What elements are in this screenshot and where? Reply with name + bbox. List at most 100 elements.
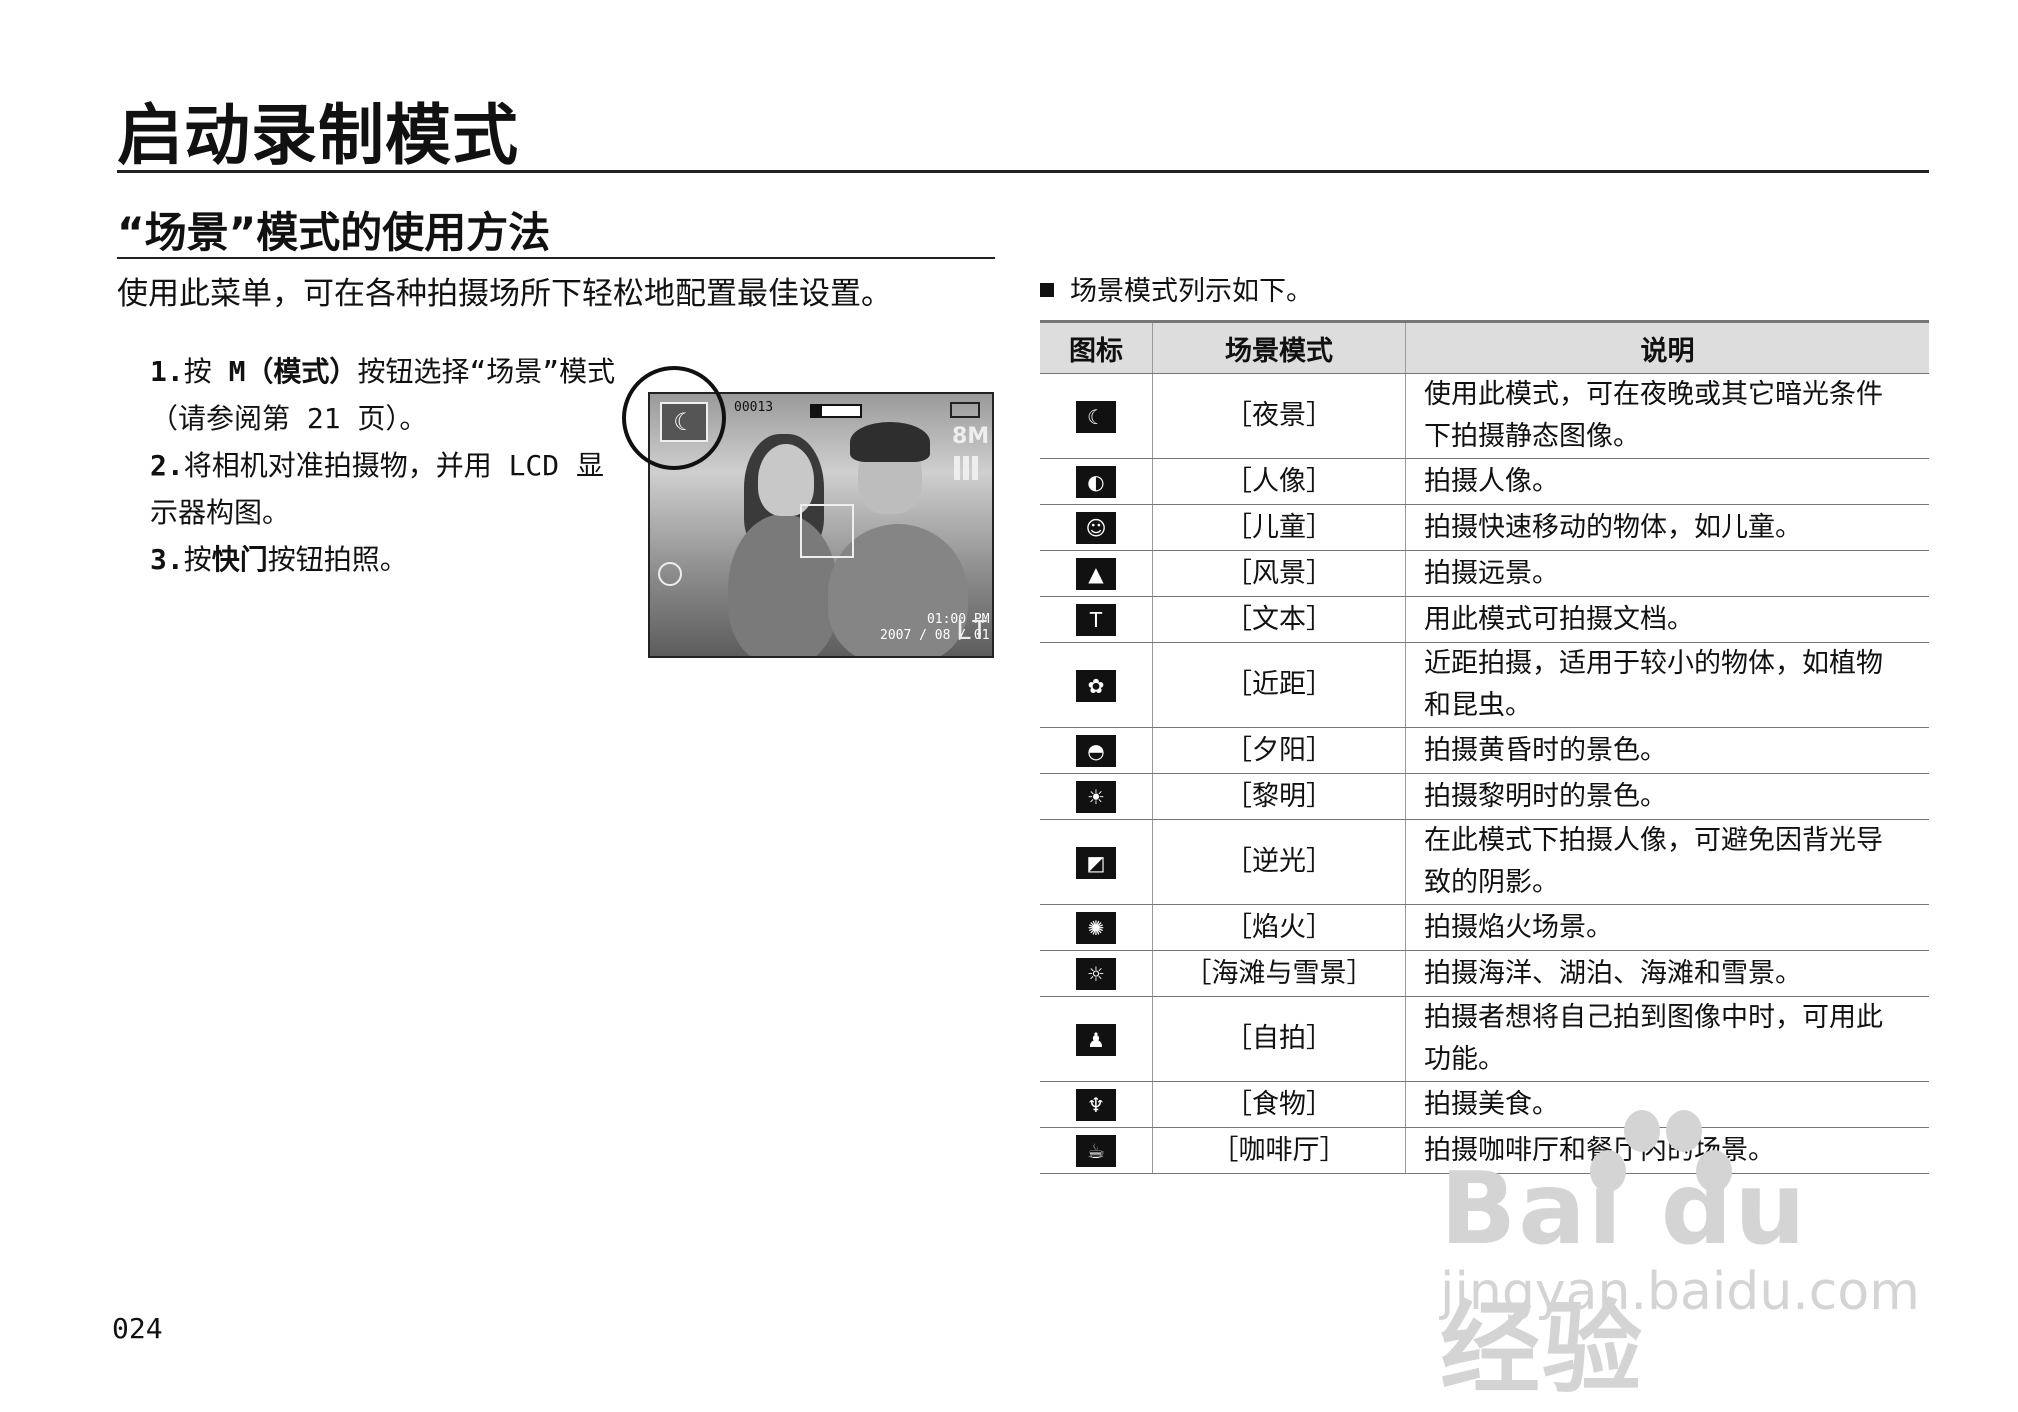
desc-cell: 用此模式可拍摄文档。	[1405, 596, 1929, 643]
table-header-row: 图标 场景模式 说明	[1040, 320, 1929, 374]
photo-subject-man-hair	[850, 422, 930, 462]
desc-cell: 在此模式下拍摄人像，可避免因背光导致的阴影。	[1405, 819, 1929, 905]
section-heading: “场景”模式的使用方法	[117, 208, 551, 257]
mode-cell: ［自拍］	[1152, 996, 1406, 1082]
quality-indicator: LT	[956, 616, 988, 646]
table-row: ◓ ［夕阳］ 拍摄黄昏时的景色。	[1040, 727, 1929, 774]
table-row: ◩ ［逆光］ 在此模式下拍摄人像，可避免因背光导致的阴影。	[1040, 819, 1929, 905]
table-row: T ［文本］ 用此模式可拍摄文档。	[1040, 596, 1929, 643]
night-icon: ☾	[1076, 400, 1116, 433]
table-row: ☺ ［儿童］ 拍摄快速移动的物体，如儿童。	[1040, 504, 1929, 551]
children-icon: ☺	[1076, 512, 1116, 544]
step-text: 按	[183, 543, 212, 576]
col-header-icon: 图标	[1040, 320, 1153, 374]
food-icon: ♆	[1076, 1089, 1116, 1121]
icon-cell: ◓	[1040, 727, 1153, 774]
mode-cell: ［风景］	[1152, 550, 1406, 597]
scene-mode-table: 图标 场景模式 说明 ☾ ［夜景］ 使用此模式，可在夜晚或其它暗光条件下拍摄静态图像…	[1040, 320, 1929, 1174]
page-number: 024	[112, 1312, 163, 1345]
step-text: 按钮拍照。	[267, 543, 408, 576]
intro-text: 使用此菜单，可在各种拍摄场所下轻松地配置最佳设置。	[117, 276, 892, 312]
step-1: 1.按 M（模式）按钮选择“场景”模式（请参阅第 21 页）。	[150, 348, 620, 442]
icon-cell: ☀	[1040, 773, 1153, 820]
sunset-icon: ◓	[1076, 735, 1116, 767]
icon-cell: T	[1040, 596, 1153, 643]
table-row: ✺ ［焰火］ 拍摄焰火场景。	[1040, 904, 1929, 951]
desc-cell: 拍摄海洋、湖泊、海滩和雪景。	[1405, 950, 1929, 997]
mode-cell: ［咖啡厅］	[1152, 1127, 1406, 1174]
table-row: ▲ ［风景］ 拍摄远景。	[1040, 550, 1929, 597]
table-row: ☾ ［夜景］ 使用此模式，可在夜晚或其它暗光条件下拍摄静态图像。	[1040, 373, 1929, 459]
grid-icon	[954, 456, 978, 480]
list-heading-text: 场景模式列示如下。	[1070, 276, 1313, 307]
step-2: 2.将相机对准拍摄物，并用 LCD 显示器构图。	[150, 442, 620, 536]
desc-cell: 拍摄人像。	[1405, 458, 1929, 505]
image-size: 8M	[952, 424, 990, 449]
table-row: ♆ ［食物］ 拍摄美食。	[1040, 1081, 1929, 1128]
icon-cell: ☺	[1040, 504, 1153, 551]
icon-cell: ✿	[1040, 642, 1153, 728]
desc-cell: 拍摄者想将自己拍到图像中时，可用此功能。	[1405, 996, 1929, 1082]
closeup-icon: ✿	[1076, 669, 1116, 702]
desc-cell: 拍摄快速移动的物体，如儿童。	[1405, 504, 1929, 551]
shot-counter: 00013	[734, 400, 774, 415]
desc-cell: 近距拍摄，适用于较小的物体，如植物和昆虫。	[1405, 642, 1929, 728]
step-number: 3.	[150, 543, 184, 576]
icon-cell: ◐	[1040, 458, 1153, 505]
section-divider	[117, 257, 995, 259]
table-row: ✿ ［近距］ 近距拍摄，适用于较小的物体，如植物和昆虫。	[1040, 642, 1929, 728]
mode-cell: ［黎明］	[1152, 773, 1406, 820]
desc-cell: 拍摄焰火场景。	[1405, 904, 1929, 951]
mode-cell: ［文本］	[1152, 596, 1406, 643]
desc-cell: 拍摄远景。	[1405, 550, 1929, 597]
mode-cell: ［食物］	[1152, 1081, 1406, 1128]
focus-frame	[800, 504, 854, 558]
landscape-icon: ▲	[1076, 558, 1116, 590]
step-bold: M（模式）	[228, 355, 358, 388]
desc-cell: 使用此模式，可在夜晚或其它暗光条件下拍摄静态图像。	[1405, 373, 1929, 459]
cafe-icon: ☕	[1076, 1135, 1116, 1167]
step-number: 1.	[150, 355, 184, 388]
backlight-icon: ◩	[1076, 846, 1116, 879]
flash-icon	[658, 562, 682, 586]
mode-cell: ［儿童］	[1152, 504, 1406, 551]
mode-cell: ［海滩与雪景］	[1152, 950, 1406, 997]
mode-cell: ［逆光］	[1152, 819, 1406, 905]
icon-cell: ♟	[1040, 996, 1153, 1082]
bullet-square-icon	[1040, 282, 1054, 297]
self-shot-icon: ♟	[1076, 1023, 1116, 1056]
list-heading: 场景模式列示如下。	[1040, 272, 1313, 312]
step-bold: 快门	[211, 543, 268, 576]
page-title: 启动录制模式	[117, 97, 519, 174]
highlight-circle	[622, 366, 726, 470]
icon-cell: ☕	[1040, 1127, 1153, 1174]
col-header-desc: 说明	[1405, 320, 1929, 374]
text-icon: T	[1076, 604, 1116, 636]
dawn-icon: ☀	[1076, 781, 1116, 813]
mode-cell: ［焰火］	[1152, 904, 1406, 951]
step-text: 将相机对准拍摄物，并用 LCD 显示器构图。	[150, 449, 605, 529]
desc-cell: 拍摄黄昏时的景色。	[1405, 727, 1929, 774]
table-row: ◐ ［人像］ 拍摄人像。	[1040, 458, 1929, 505]
battery-icon	[950, 402, 980, 418]
desc-cell: 拍摄黎明时的景色。	[1405, 773, 1929, 820]
table-row: ♟ ［自拍］ 拍摄者想将自己拍到图像中时，可用此功能。	[1040, 996, 1929, 1082]
icon-cell: ✺	[1040, 904, 1153, 951]
memory-bar	[810, 404, 862, 418]
icon-cell: ▲	[1040, 550, 1153, 597]
baidu-watermark: Bai du 经验 jingyan.baidu.com	[1440, 1110, 1920, 1407]
step-text: 按	[183, 355, 229, 388]
icon-cell: ◩	[1040, 819, 1153, 905]
icon-cell: ☾	[1040, 373, 1153, 459]
title-divider	[117, 170, 1929, 173]
mode-cell: ［夜景］	[1152, 373, 1406, 459]
mode-cell: ［夕阳］	[1152, 727, 1406, 774]
icon-cell: ☼	[1040, 950, 1153, 997]
watermark-url: jingyan.baidu.com	[1440, 1262, 1920, 1322]
table-row: ☀ ［黎明］ 拍摄黎明时的景色。	[1040, 773, 1929, 820]
portrait-icon: ◐	[1076, 466, 1116, 498]
table-row: ☼ ［海滩与雪景］ 拍摄海洋、湖泊、海滩和雪景。	[1040, 950, 1929, 997]
col-header-mode: 场景模式	[1152, 320, 1406, 374]
step-number: 2.	[150, 449, 184, 482]
step-3: 3.按快门按钮拍照。	[150, 536, 620, 583]
